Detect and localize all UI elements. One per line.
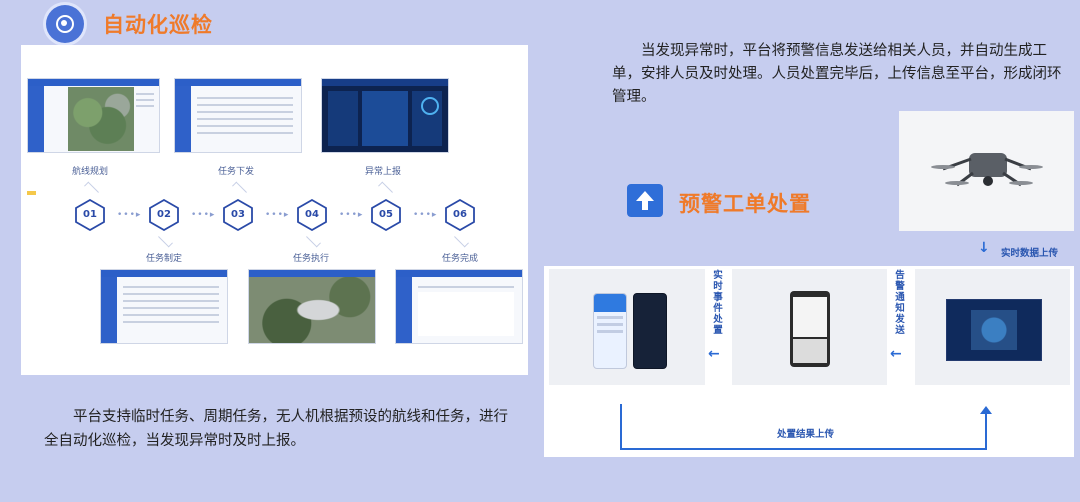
- left-arrow-icon: ←: [890, 346, 902, 362]
- auto-inspection-description: 平台支持临时任务、周期任务，无人机根据预设的航线和任务，进行全自动化巡检，当发现…: [44, 409, 508, 449]
- step-hexagon-06: 06: [444, 199, 476, 231]
- task-dispatch-screenshot: [174, 78, 302, 153]
- caption-anomaly-report: 异常上报: [365, 167, 402, 177]
- down-arrow-icon: ↓: [978, 240, 990, 256]
- caption-task-dispatch: 任务下发: [218, 167, 255, 177]
- flow-arrow: •••▸: [413, 210, 438, 220]
- mobile-app-screens: [549, 269, 705, 385]
- route-planning-screenshot: [27, 78, 160, 153]
- step-hexagon-03: 03: [222, 199, 254, 231]
- caption-task-execution: 任务执行: [293, 254, 330, 264]
- anomaly-report-screenshot: [321, 78, 449, 153]
- section-title-workorder: 预警工单处置: [679, 192, 811, 216]
- step-hexagon-02: 02: [148, 199, 180, 231]
- workorder-description: 当发现异常时，平台将预警信息发送给相关人员，并自动生成工单，安排人员及时处理。人…: [612, 43, 1062, 105]
- chevron-up-icon: [84, 181, 99, 197]
- label-realtime-event: 实时事件处置: [713, 270, 723, 336]
- chevron-up-icon: [378, 181, 393, 197]
- flow-arrow: •••▸: [265, 210, 290, 220]
- step-hexagon-01: 01: [74, 199, 106, 231]
- sms-notification-phone: [732, 269, 887, 385]
- caption-task-completion: 任务完成: [442, 254, 479, 264]
- caption-route-planning: 航线规划: [72, 167, 109, 177]
- chevron-down-icon: [454, 232, 469, 248]
- workorder-process-panel: 实时事件处置 ← 告警通知发送 ← 处置结果上传: [544, 266, 1074, 457]
- left-arrow-icon: ←: [708, 346, 720, 362]
- label-realtime-upload: 实时数据上传: [1001, 248, 1059, 259]
- drone-image: [899, 111, 1074, 231]
- chrome-like-circle-icon: [46, 5, 84, 43]
- step-hexagon-05: 05: [370, 199, 402, 231]
- flow-arrow: •••▸: [339, 210, 364, 220]
- inspection-flow-panel: 航线规划 任务下发 异常上报 01 02 03 04 05 06 •••▸ ••…: [21, 45, 528, 375]
- task-execution-screenshot: [248, 269, 376, 344]
- chevron-up-icon: [232, 181, 247, 197]
- marker-dot: [27, 191, 36, 195]
- section-title-auto-inspection: 自动化巡检: [103, 13, 213, 37]
- step-hexagon-04: 04: [296, 199, 328, 231]
- task-completion-screenshot: [395, 269, 523, 344]
- flow-arrow: •••▸: [191, 210, 216, 220]
- flow-arrow: •••▸: [117, 210, 142, 220]
- label-result-upload: 处置结果上传: [777, 429, 835, 440]
- caption-task-formulation: 任务制定: [146, 254, 183, 264]
- chevron-down-icon: [158, 232, 173, 248]
- label-alert-notify: 告警通知发送: [895, 270, 905, 336]
- task-formulation-screenshot: [100, 269, 228, 344]
- chevron-down-icon: [306, 232, 321, 248]
- upload-arrow-icon: [627, 184, 663, 217]
- platform-dashboard-screen: [915, 269, 1070, 385]
- up-arrow-icon: [980, 406, 992, 414]
